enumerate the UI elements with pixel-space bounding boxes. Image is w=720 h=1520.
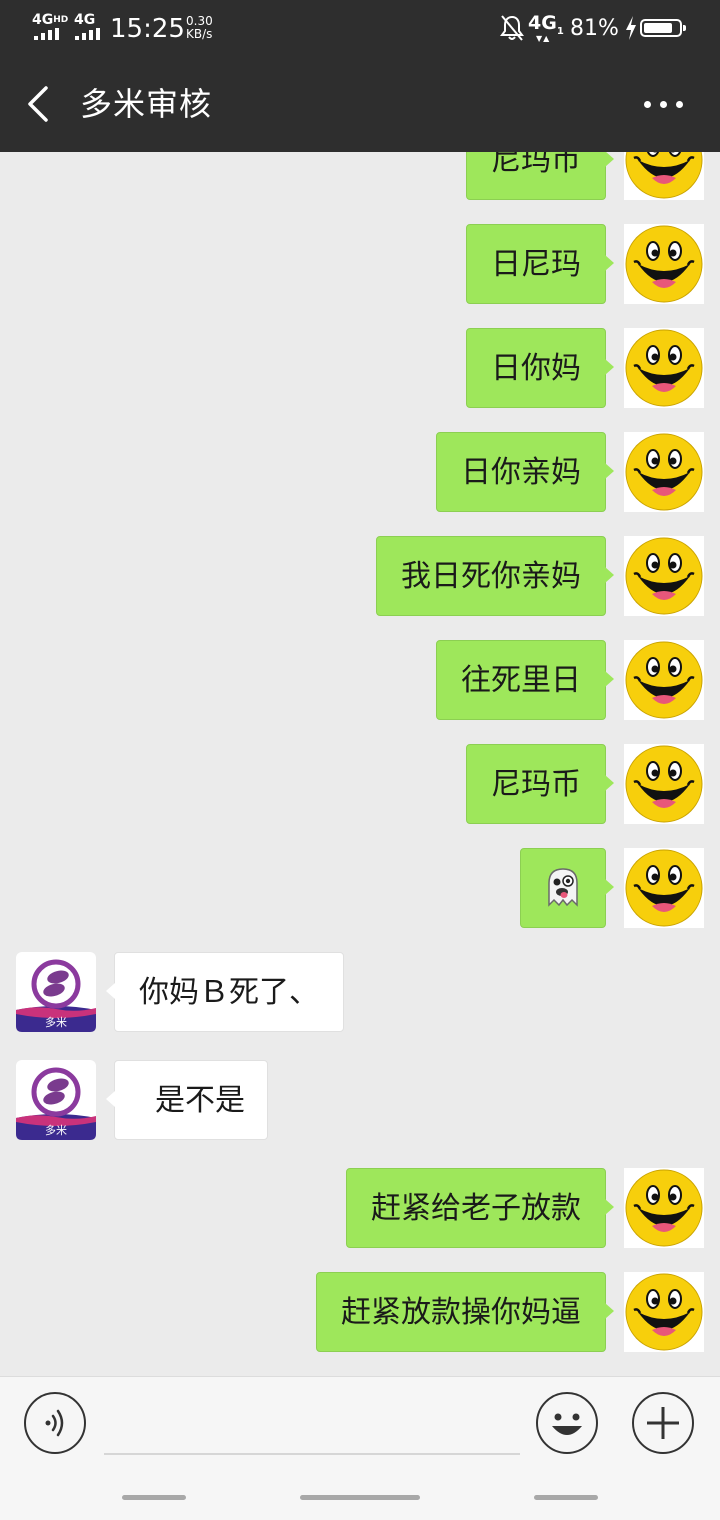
message-row: 日你妈 (0, 328, 720, 408)
plus-icon (647, 1407, 679, 1439)
smiley-face-avatar[interactable] (624, 224, 704, 304)
message-row (0, 848, 720, 928)
message-row: 尼玛币 (0, 152, 720, 200)
battery-percent: 81% (570, 16, 619, 41)
message-row: 我日死你亲妈 (0, 536, 720, 616)
my-message-bubble[interactable]: 尼玛币 (466, 744, 614, 824)
emoji-icon (552, 1413, 582, 1435)
smiley-face-avatar[interactable] (624, 432, 704, 512)
smiley-face-avatar[interactable] (624, 328, 704, 408)
emoji-button[interactable] (536, 1392, 598, 1454)
status-time: 15:25 (110, 14, 185, 44)
input-bar (0, 1376, 720, 1520)
status-bar: 4GHD 4G 15:25 0.30 KB/s 4G1 ▼▲ 81% (0, 0, 720, 58)
message-input[interactable] (104, 1395, 520, 1455)
smiley-face-avatar[interactable] (624, 640, 704, 720)
smiley-face-avatar[interactable] (624, 848, 704, 928)
message-row: 赶紧给老子放款 (0, 1168, 720, 1248)
chevron-left-icon[interactable] (24, 84, 56, 124)
svg-text:多米: 多米 (45, 1015, 67, 1029)
sim2-signal-icon (75, 28, 105, 40)
my-message-bubble[interactable]: 往死里日 (436, 640, 614, 720)
plus-button[interactable] (632, 1392, 694, 1454)
battery-icon (640, 19, 686, 37)
chat-message-list[interactable]: 尼玛币 日尼玛 日你妈 日你亲妈 我日死你亲妈 往死里日 尼玛币 多米 你妈Ｂ死… (0, 152, 720, 1376)
sim2-network-label: 4G (74, 12, 96, 28)
my-message-bubble[interactable]: 赶紧给老子放款 (346, 1168, 614, 1248)
smiley-face-avatar[interactable] (624, 152, 704, 200)
network-speed: 0.30 KB/s (186, 14, 213, 41)
nav-menu-handle[interactable] (122, 1495, 186, 1500)
bell-muted-icon (500, 15, 524, 41)
my-message-bubble[interactable] (520, 848, 614, 928)
message-row: 赶紧放款操你妈逼 (0, 1272, 720, 1352)
ghost-emoji-icon (548, 867, 578, 907)
domi-logo-avatar[interactable]: 多米 (16, 952, 96, 1032)
charging-bolt-icon (626, 16, 636, 40)
top-bar: 4GHD 4G 15:25 0.30 KB/s 4G1 ▼▲ 81% 多米审核 (0, 0, 720, 152)
domi-logo-avatar[interactable]: 多米 (16, 1060, 96, 1140)
nav-home-handle[interactable] (300, 1495, 420, 1500)
svg-text:多米: 多米 (45, 1123, 67, 1137)
data-arrows-icon: ▼▲ (536, 34, 551, 43)
message-row: 往死里日 (0, 640, 720, 720)
message-row: 日你亲妈 (0, 432, 720, 512)
more-dots-icon[interactable] (640, 96, 690, 112)
my-message-bubble[interactable]: 我日死你亲妈 (376, 536, 614, 616)
smiley-face-avatar[interactable] (624, 536, 704, 616)
smiley-face-avatar[interactable] (624, 744, 704, 824)
message-row: 日尼玛 (0, 224, 720, 304)
nav-back-handle[interactable] (534, 1495, 598, 1500)
system-nav-bar (0, 1489, 720, 1509)
battery-fill (644, 23, 672, 33)
my-message-bubble[interactable]: 日你亲妈 (436, 432, 614, 512)
page-title: 多米审核 (80, 85, 213, 123)
message-row: 多米 你妈Ｂ死了、 (0, 952, 720, 1032)
message-row: 多米 是不是 (0, 1060, 720, 1140)
their-message-bubble[interactable]: 你妈Ｂ死了、 (106, 952, 344, 1032)
message-row: 尼玛币 (0, 744, 720, 824)
my-message-bubble[interactable]: 日你妈 (466, 328, 614, 408)
voice-icon (45, 1409, 64, 1437)
sim1-network-label: 4GHD (32, 12, 69, 28)
voice-button[interactable] (24, 1392, 86, 1454)
my-message-bubble[interactable]: 赶紧放款操你妈逼 (316, 1272, 614, 1352)
sim1-signal-icon (34, 28, 64, 40)
smiley-face-avatar[interactable] (624, 1272, 704, 1352)
my-message-bubble[interactable]: 尼玛币 (466, 152, 614, 200)
my-message-bubble[interactable]: 日尼玛 (466, 224, 614, 304)
their-message-bubble[interactable]: 是不是 (106, 1060, 268, 1140)
smiley-face-avatar[interactable] (624, 1168, 704, 1248)
